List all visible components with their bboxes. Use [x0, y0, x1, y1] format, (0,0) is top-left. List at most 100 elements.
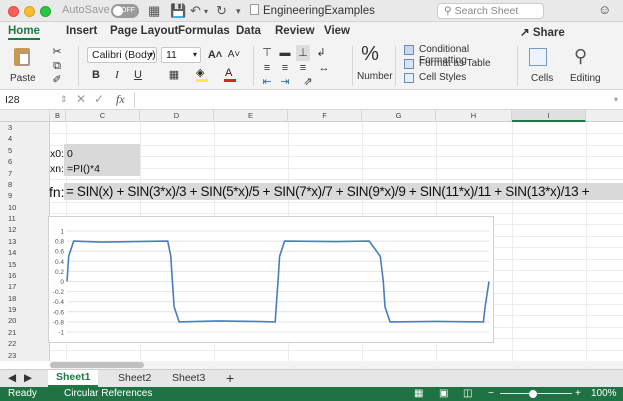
conditional-formatting-button[interactable]: Conditional Formatting [404, 44, 514, 66]
insert-function-icon[interactable]: fx [116, 92, 125, 107]
borders-icon[interactable]: ▦ [165, 67, 183, 83]
underline-button[interactable]: U [131, 67, 145, 83]
row-header-16[interactable]: 16 [8, 271, 16, 280]
name-box[interactable]: I28 [0, 92, 46, 108]
decrease-font-icon[interactable]: A˅ [226, 47, 242, 63]
cancel-icon[interactable]: ✕ [76, 92, 86, 106]
number-label[interactable]: Number [357, 71, 393, 82]
row-header-10[interactable]: 10 [8, 203, 16, 212]
row-header-12[interactable]: 12 [8, 225, 16, 234]
row-header-9[interactable]: 9 [8, 191, 12, 200]
editing-button[interactable]: ⚲ Editing [568, 46, 608, 86]
expand-formula-icon[interactable]: ▾ [614, 95, 618, 104]
x0-label[interactable]: x0: [50, 148, 64, 160]
x0-value[interactable]: 0 [67, 148, 73, 160]
row-header-7[interactable]: 7 [8, 169, 12, 178]
font-color-button[interactable]: A [222, 67, 238, 83]
italic-button[interactable]: I [110, 67, 124, 83]
fn-formula[interactable]: = SIN(x) + SIN(3*x)/3 + SIN(5*x)/5 + SIN… [66, 184, 590, 199]
align-top-icon[interactable]: ⊤ [260, 45, 274, 61]
autosave-toggle[interactable]: OFF [111, 4, 139, 18]
paste-button[interactable]: Paste [10, 46, 40, 86]
select-all-corner[interactable] [0, 110, 50, 122]
column-header-b[interactable]: B [50, 110, 66, 122]
cell-styles-button[interactable]: Cell Styles [404, 72, 514, 85]
cells-button[interactable]: Cells [525, 46, 561, 86]
row-header-17[interactable]: 17 [8, 282, 16, 291]
feedback-smiley-icon[interactable]: ☺ [598, 2, 611, 17]
minimize-window-button[interactable] [24, 6, 35, 17]
normal-view-icon[interactable]: ▦ [414, 387, 423, 401]
zoom-out-icon[interactable]: − [488, 387, 494, 401]
row-header-8[interactable]: 8 [8, 180, 12, 189]
increase-font-icon[interactable]: A˄ [207, 47, 223, 63]
horizontal-scroll-thumb[interactable] [50, 362, 144, 368]
row-header-15[interactable]: 15 [8, 260, 16, 269]
fn-label[interactable]: fn: [49, 184, 65, 200]
column-header-e[interactable]: E [214, 110, 288, 122]
row-header-21[interactable]: 21 [8, 328, 16, 337]
row-header-22[interactable]: 22 [8, 339, 16, 348]
orientation-icon[interactable]: ⇗ [298, 74, 318, 90]
row-header-6[interactable]: 6 [8, 157, 12, 166]
row-header-13[interactable]: 13 [8, 237, 16, 246]
status-circular-references[interactable]: Circular References [64, 387, 152, 401]
column-header-i[interactable]: I [512, 110, 586, 122]
row-header-20[interactable]: 20 [8, 316, 16, 325]
zoom-window-button[interactable] [40, 6, 51, 17]
bold-button[interactable]: B [89, 67, 103, 83]
formula-input[interactable] [134, 92, 614, 108]
tab-insert[interactable]: Insert [66, 25, 97, 37]
row-header-23[interactable]: 23 [8, 351, 16, 360]
next-sheet-icon[interactable]: ▶ [24, 372, 32, 384]
page-layout-view-icon[interactable]: ▣ [439, 387, 448, 401]
column-header-d[interactable]: D [140, 110, 214, 122]
row-header-14[interactable]: 14 [8, 248, 16, 257]
customize-toolbar-icon[interactable]: ▾ [236, 6, 241, 17]
sheet-tab-sheet1[interactable]: Sheet1 [48, 370, 99, 387]
zoom-slider-thumb[interactable] [529, 390, 537, 398]
fill-color-button[interactable]: ◈ [194, 67, 210, 83]
page-break-view-icon[interactable]: ◫ [463, 387, 472, 401]
close-window-button[interactable] [8, 6, 19, 17]
font-name-select[interactable]: Calibri (Body) ▾ [87, 47, 157, 63]
save-icon[interactable]: 💾 [170, 3, 186, 19]
tab-data[interactable]: Data [236, 25, 261, 37]
xn-label[interactable]: xn: [50, 163, 64, 175]
chart[interactable]: 1 0.8 0.6 0.4 0.2 0 -0.2 -0.4 -0.6 -0.8 -1 [48, 216, 494, 343]
search-sheet-input[interactable]: ⚲ Search Sheet [437, 3, 544, 19]
enter-icon[interactable]: ✓ [94, 92, 104, 106]
row-header-4[interactable]: 4 [8, 134, 12, 143]
sheet-tab-sheet2[interactable]: Sheet2 [118, 372, 151, 384]
sheet-tab-sheet3[interactable]: Sheet3 [172, 372, 205, 384]
redo-icon[interactable]: ↻ [216, 3, 227, 19]
tab-page-layout[interactable]: Page Layout [110, 25, 178, 37]
tab-view[interactable]: View [324, 25, 350, 37]
align-bottom-icon[interactable]: ⊥ [296, 45, 310, 61]
row-header-3[interactable]: 3 [8, 123, 12, 132]
column-header-h[interactable]: H [436, 110, 512, 122]
column-header-c[interactable]: C [66, 110, 140, 122]
undo-icon[interactable]: ↶ [190, 3, 201, 19]
tab-home[interactable]: Home [8, 25, 40, 40]
sheet-icon[interactable]: ▦ [148, 3, 160, 19]
zoom-in-icon[interactable]: + [575, 387, 581, 401]
tab-review[interactable]: Review [275, 25, 315, 37]
format-painter-icon[interactable]: ✐ [50, 72, 64, 88]
column-header-f[interactable]: F [288, 110, 362, 122]
align-middle-icon[interactable]: ▬ [278, 45, 292, 61]
share-button[interactable]: ↗ Share [520, 25, 565, 39]
increase-indent-icon[interactable]: ⇥ [278, 74, 292, 90]
column-header-g[interactable]: G [362, 110, 436, 122]
row-header-11[interactable]: 11 [8, 214, 16, 223]
tab-formulas[interactable]: Formulas [178, 25, 230, 37]
font-size-select[interactable]: 11 ▾ [161, 47, 201, 63]
add-sheet-button[interactable]: + [226, 370, 234, 386]
previous-sheet-icon[interactable]: ◀ [8, 372, 16, 384]
row-header-18[interactable]: 18 [8, 294, 16, 303]
percent-button[interactable]: % [360, 44, 380, 70]
row-header-5[interactable]: 5 [8, 146, 12, 155]
horizontal-scrollbar[interactable] [50, 361, 623, 369]
format-as-table-button[interactable]: Format as Table [404, 58, 514, 71]
undo-dropdown-icon[interactable]: ▾ [204, 7, 208, 16]
